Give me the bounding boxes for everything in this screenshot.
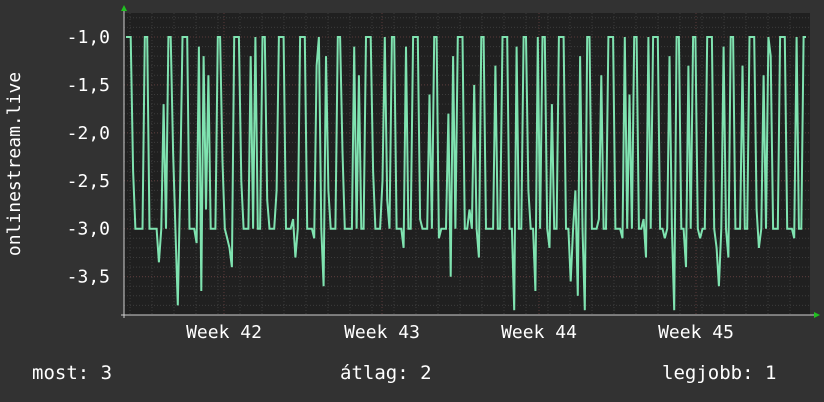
x-tick-label: Week 44: [501, 322, 577, 343]
legend-best: legjobb: 1: [662, 362, 777, 384]
y-axis-arrow: [121, 5, 127, 11]
chart-root: -1,0 -1,5 -2,0 -2,5 -3,0 -3,5 Week 42 Week 43 W…: [0, 0, 824, 402]
y-tick-label: -3,5: [67, 267, 110, 288]
line-chart: -1,0-1,5-2,0-2,5-3,0-3,5 Week 42 Week 43 W…: [4, 5, 820, 343]
y-tick-label: -1,5: [67, 75, 110, 96]
y-tick-label: -3,0: [67, 219, 110, 240]
legend-average: átlag: 2: [340, 362, 432, 384]
legend-current: most: 3: [32, 362, 113, 384]
x-tick-label: Week 45: [658, 322, 734, 343]
x-tick-label: Week 43: [344, 322, 420, 343]
y-tick-label: -2,0: [67, 123, 110, 144]
x-tick-label: Week 42: [186, 322, 262, 343]
y-tick-label: -1,0: [67, 27, 110, 48]
y-axis-label: onlinestream.live: [4, 72, 25, 256]
x-tick-labels: Week 42 Week 43 Week 44 Week 45: [186, 322, 734, 343]
y-tick-labels: -1,0 -1,5 -2,0 -2,5 -3,0 -3,5: [67, 27, 110, 288]
y-tick-label: -2,5: [67, 171, 110, 192]
x-axis-arrow: [814, 312, 820, 318]
